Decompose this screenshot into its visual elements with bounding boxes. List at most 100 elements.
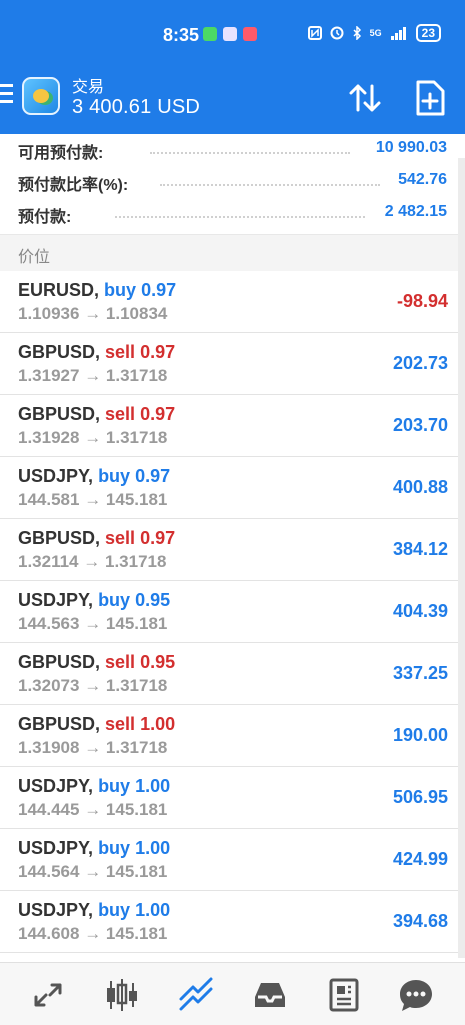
arrow-icon: → xyxy=(84,924,102,943)
notification-icons xyxy=(203,27,257,41)
open-price: 1.32073 xyxy=(18,676,80,695)
position-prices: 144.608 → 145.181 xyxy=(18,924,167,944)
position-profit: 202.73 xyxy=(392,353,448,373)
summary-value: 542.76 xyxy=(398,171,447,188)
position-symbol: EURUSD, xyxy=(18,280,100,300)
summary-row-free-margin: 可用预付款: 10 990.03 xyxy=(0,134,465,166)
position-profit: 404.39 xyxy=(392,601,448,621)
position-row[interactable]: USDJPY, buy 1.00 144.445 → 145.181 506.95 xyxy=(0,767,458,829)
position-volume: 1.00 xyxy=(135,776,171,796)
position-row[interactable]: USDJPY, buy 0.97 144.581 → 145.181 400.88 xyxy=(0,457,458,519)
position-row[interactable]: GBPUSD, sell 0.97 1.32114 → 1.31718 384.12 xyxy=(0,519,458,581)
arrow-icon: → xyxy=(84,490,102,509)
position-prices: 144.563 → 145.181 xyxy=(18,614,167,634)
position-header: GBPUSD, sell 0.97 xyxy=(18,528,175,549)
sort-icon[interactable] xyxy=(347,80,383,116)
new-order-icon[interactable] xyxy=(412,79,448,117)
open-price: 1.32114 xyxy=(18,552,79,571)
position-row[interactable]: GBPUSD, sell 1.00 1.31908 → 1.31718 190.00 xyxy=(0,705,458,767)
position-prices: 144.581 → 145.181 xyxy=(18,490,167,510)
position-volume: 0.97 xyxy=(140,342,176,362)
position-side: sell xyxy=(105,342,136,362)
positions-list: EURUSD, buy 0.97 1.10936 → 1.10834 -98.94 G… xyxy=(0,271,458,953)
position-side: buy xyxy=(98,590,131,610)
position-symbol: USDJPY, xyxy=(18,466,94,486)
position-row[interactable]: USDJPY, buy 1.00 144.564 → 145.181 424.99 xyxy=(0,829,458,891)
position-row[interactable]: USDJPY, buy 0.95 144.563 → 145.181 404.39 xyxy=(0,581,458,643)
position-volume: 0.95 xyxy=(135,590,171,610)
current-price: 1.31718 xyxy=(104,552,167,571)
position-row[interactable]: GBPUSD, sell 0.95 1.32073 → 1.31718 337.25 xyxy=(0,643,458,705)
position-profit: 203.70 xyxy=(392,415,448,435)
summary-value: 2 482.15 xyxy=(384,203,447,220)
chat-bubble-icon[interactable] xyxy=(396,975,436,1015)
message-notification-icon xyxy=(243,27,257,41)
inbox-tray-icon[interactable] xyxy=(250,975,290,1015)
summary-label: 可用预付款: xyxy=(18,145,104,162)
position-volume: 0.97 xyxy=(141,280,177,300)
current-price: 1.31718 xyxy=(105,676,168,695)
page-title: 交易 xyxy=(72,79,105,96)
position-header: USDJPY, buy 0.95 xyxy=(18,590,170,611)
trade-trend-icon[interactable] xyxy=(176,975,216,1015)
arrow-icon: → xyxy=(84,800,102,819)
alarm-icon xyxy=(330,26,344,40)
status-bar: 8:35 5G 23 xyxy=(0,0,465,62)
position-volume: 0.97 xyxy=(140,528,176,548)
bottom-navigation xyxy=(0,962,465,1025)
position-row[interactable]: EURUSD, buy 0.97 1.10936 → 1.10834 -98.94 xyxy=(0,271,458,333)
position-prices: 1.31928 → 1.31718 xyxy=(18,428,167,448)
position-header: USDJPY, buy 1.00 xyxy=(18,900,170,921)
position-symbol: USDJPY, xyxy=(18,776,94,796)
position-side: buy xyxy=(98,776,131,796)
position-row[interactable]: GBPUSD, sell 0.97 1.31927 → 1.31718 202.73 xyxy=(0,333,458,395)
current-price: 145.181 xyxy=(105,490,168,509)
position-row[interactable]: USDJPY, buy 1.00 144.608 → 145.181 394.68 xyxy=(0,891,458,953)
position-profit: 400.88 xyxy=(392,477,448,497)
summary-label: 预付款: xyxy=(18,209,72,226)
current-price: 145.181 xyxy=(105,614,168,633)
position-prices: 1.32073 → 1.31718 xyxy=(18,676,167,696)
position-side: sell xyxy=(105,714,136,734)
summary-row-margin: 预付款: 2 482.15 xyxy=(0,198,465,230)
arrow-icon: → xyxy=(84,614,102,633)
position-symbol: GBPUSD, xyxy=(18,714,101,734)
position-header: GBPUSD, sell 0.95 xyxy=(18,652,175,673)
position-profit: 424.99 xyxy=(392,849,448,869)
candlestick-chart-icon[interactable] xyxy=(102,975,142,1015)
app-logo xyxy=(22,77,60,115)
status-time: 8:35 xyxy=(163,25,200,45)
quotes-arrows-icon[interactable] xyxy=(28,975,68,1015)
position-side: sell xyxy=(105,404,136,424)
open-price: 144.445 xyxy=(18,800,80,819)
position-side: sell xyxy=(105,528,136,548)
current-price: 145.181 xyxy=(105,924,168,943)
open-price: 1.31927 xyxy=(18,366,80,385)
position-volume: 1.00 xyxy=(135,900,171,920)
dotted-leader xyxy=(150,152,350,154)
scrollbar[interactable] xyxy=(458,158,465,958)
position-header: GBPUSD, sell 0.97 xyxy=(18,342,175,363)
position-header: GBPUSD, sell 1.00 xyxy=(18,714,175,735)
current-price: 1.31718 xyxy=(105,428,168,447)
network-type: 5G xyxy=(369,28,382,38)
position-prices: 1.32114 → 1.31718 xyxy=(18,552,166,572)
section-title: 价位 xyxy=(18,249,51,266)
signal-icon xyxy=(390,27,406,40)
position-row[interactable]: GBPUSD, sell 0.97 1.31928 → 1.31718 203.70 xyxy=(0,395,458,457)
open-price: 144.564 xyxy=(18,862,80,881)
news-icon[interactable] xyxy=(324,975,364,1015)
position-profit: 190.00 xyxy=(392,725,448,745)
account-summary: 可用预付款: 10 990.03 预付款比率(%): 542.76 预付款: 2… xyxy=(0,134,465,230)
app-header: 交易 3 400.61 USD xyxy=(0,62,465,134)
menu-icon[interactable] xyxy=(0,84,14,106)
position-side: buy xyxy=(98,900,131,920)
summary-value: 10 990.03 xyxy=(375,139,447,156)
position-header: USDJPY, buy 1.00 xyxy=(18,776,170,797)
open-price: 1.10936 xyxy=(18,304,80,323)
summary-label: 预付款比率(%): xyxy=(18,177,129,194)
positions-section-header: 价位 xyxy=(0,234,458,271)
position-volume: 0.95 xyxy=(140,652,176,672)
position-symbol: GBPUSD, xyxy=(18,652,101,672)
position-side: buy xyxy=(98,838,131,858)
